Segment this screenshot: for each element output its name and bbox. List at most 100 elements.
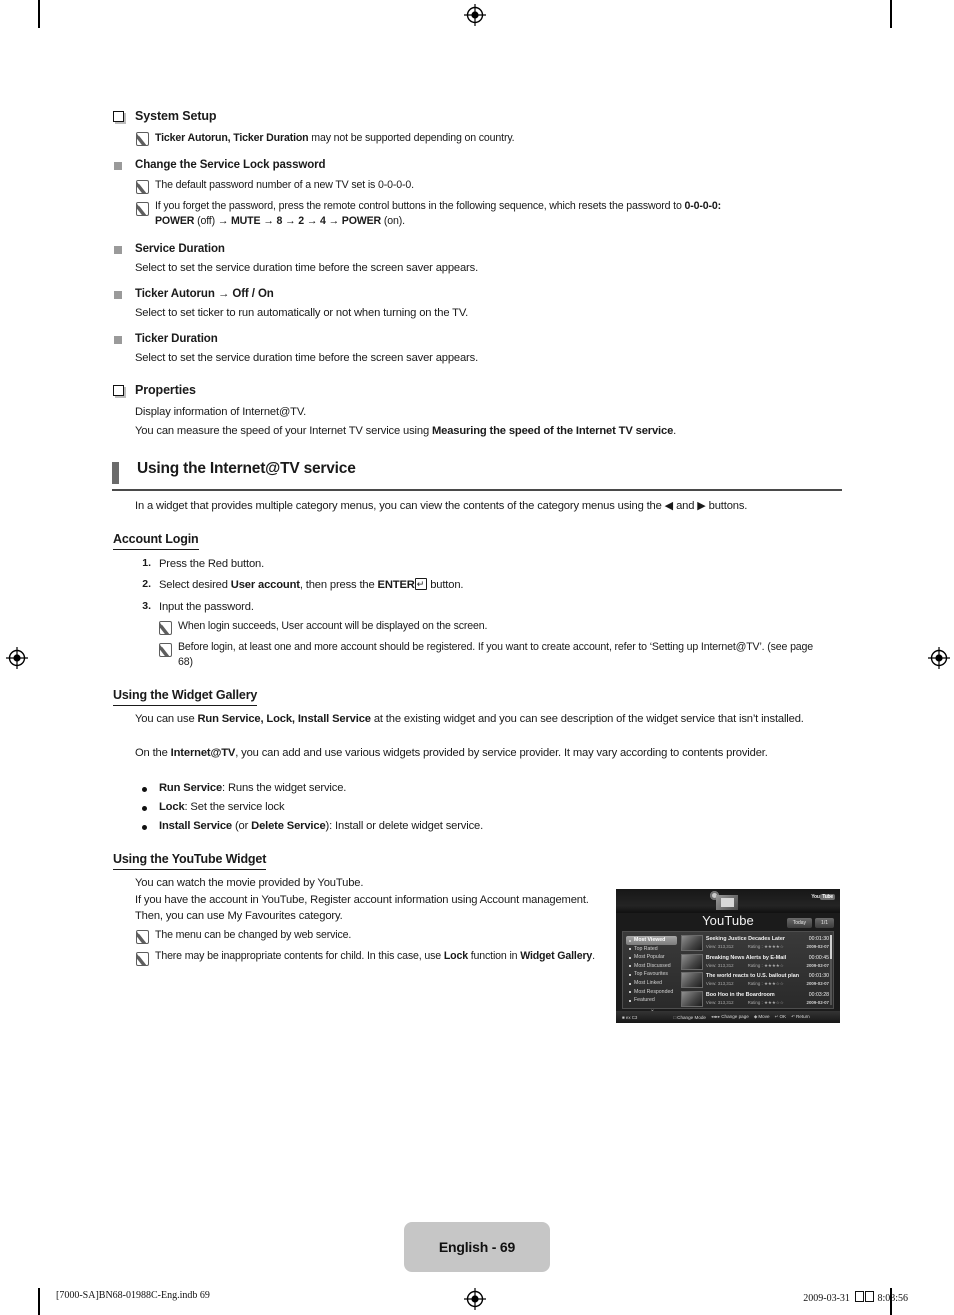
tv-menu-item-most-responded[interactable]: Most Responded	[626, 988, 679, 997]
tv-video-duration: 00:01:30	[808, 936, 829, 942]
on-label: (on).	[381, 215, 405, 227]
p1-post: at the existing widget and you can see d…	[370, 713, 804, 725]
mute-label: MUTE	[231, 215, 261, 227]
p2-pre: On the	[135, 747, 171, 759]
off-label: (off) →	[194, 215, 231, 227]
heading-ticker-autorun-label: Ticker Autorun	[135, 288, 215, 300]
heading-system-setup: System Setup	[135, 109, 217, 123]
tv-video-rating: Rating : ★★★☆☆	[747, 999, 784, 1005]
tv-hint-move-label: Move	[758, 1014, 770, 1019]
tv-hint-change-mode-label: Change Mode	[677, 1014, 706, 1020]
tv-video-row[interactable]: Boo Hoo in the Boardroom View: 313,312 Ra…	[680, 990, 829, 1008]
subhead-widget-gallery: Using the Widget Gallery	[113, 688, 257, 706]
subhead-youtube-widget: Using the YouTube Widget	[113, 852, 266, 870]
step-pre: Select desired	[159, 579, 231, 591]
tv-menu-item-featured[interactable]: Featured	[626, 996, 679, 1005]
bullet-rest: ): Install or delete widget service.	[325, 820, 484, 832]
tv-video-meta: View: 313,312 Rating : ★★★★☆	[706, 962, 799, 969]
note-bold: Ticker Autorun, Ticker Duration	[155, 132, 309, 144]
note-icon	[159, 643, 172, 657]
tv-menu-item-most-linked[interactable]: Most Linked	[626, 979, 679, 988]
run-service-lock-install-label: Run Service, Lock, Install Service	[197, 713, 371, 725]
power-label-2: POWER	[341, 215, 382, 227]
section-marker-filled	[114, 291, 122, 299]
power-label-1: POWER	[155, 215, 195, 227]
section-marker-hollow	[113, 385, 124, 396]
internet-tv-label: Internet@TV	[170, 747, 236, 759]
note-before-login: Before login, at least one and more acco…	[178, 641, 814, 668]
heading-change-service-lock-password: Change the Service Lock password	[135, 159, 326, 171]
bullet-run-service: Run Service: Runs the widget service.	[159, 781, 839, 797]
note-post: .	[592, 950, 595, 962]
note-pre: There may be inappropriate contents for …	[155, 950, 444, 962]
note-default-password: The default password number of a new TV …	[155, 179, 414, 191]
heading-ticker-autorun: Ticker Autorun → Off / On	[135, 288, 274, 300]
delete-service-label: Delete Service	[251, 820, 326, 832]
tv-video-right: 00:03:28 2009-02-07	[799, 991, 829, 1008]
enter-key-icon: ↵	[774, 1014, 779, 1019]
body-pre: You can measure the speed of your Intern…	[135, 425, 432, 437]
tv-list-scrollbar[interactable]	[830, 935, 832, 1005]
tv-video-title: Breaking News Alerts by E-Mail	[705, 954, 787, 961]
tv-hint-move: ◆Move	[754, 1014, 770, 1020]
tv-video-views: View: 313,312	[705, 981, 734, 986]
tv-video-date: 2009-02-07	[806, 999, 829, 1005]
tv-menu-item-top-rated[interactable]: Top Rated	[626, 945, 679, 954]
run-service-label: Run Service	[159, 782, 223, 794]
note-inappropriate-content: There may be inappropriate contents for …	[155, 949, 610, 964]
tv-hint-change-page: ◂◂▸▸Change page	[711, 1014, 749, 1020]
tv-menu-item-top-favourites[interactable]: Top Favourites	[626, 970, 679, 979]
measuring-speed-label: Measuring the speed of the Internet TV s…	[431, 425, 674, 437]
tv-video-info: Boo Hoo in the Boardroom View: 313,312 Ra…	[706, 991, 799, 1008]
ticker-autorun-options: Off / On	[232, 288, 274, 300]
bullet-dot	[142, 787, 147, 792]
tv-video-row[interactable]: The world reacts to U.S. bailout plan Vi…	[680, 972, 829, 989]
tv-video-date: 2009-02-07	[806, 981, 829, 986]
bullet-dot	[142, 806, 147, 811]
dpad-icon: ◆	[753, 1014, 758, 1019]
note-reset-password: If you forget the password, press the re…	[155, 199, 840, 229]
widget-gallery-label: Widget Gallery	[520, 950, 593, 962]
note-icon	[136, 132, 149, 146]
tv-menu-item-most-discussed[interactable]: Most Discussed	[626, 962, 679, 971]
tv-video-duration: 00:03:28	[808, 991, 829, 998]
tv-video-info: Breaking News Alerts by E-Mail View: 313…	[706, 954, 799, 971]
bullet-mid: (or	[232, 820, 252, 832]
note-login-succeeds: When login succeeds, User account will b…	[178, 620, 488, 632]
note-pre: If you forget the password, press the re…	[155, 200, 685, 212]
tv-scrollbar-thumb[interactable]	[830, 935, 832, 959]
p2-post: , you can add and use various widgets pr…	[235, 747, 768, 759]
bullet-install-service: Install Service (or Delete Service): Ins…	[159, 819, 839, 835]
tv-menu-item-most-viewed[interactable]: Most Viewed	[626, 936, 677, 945]
band-rule	[112, 489, 842, 492]
tv-video-row[interactable]: Seeking Justice Decades Later View: 313,…	[680, 935, 829, 952]
enter-key-icon: ↵	[414, 578, 428, 590]
tv-video-row[interactable]: Breaking News Alerts by E-Mail View: 313…	[680, 953, 829, 971]
note-system-setup: Ticker Autorun, Ticker Duration may not …	[155, 131, 845, 146]
tv-video-info: The world reacts to U.S. bailout plan Vi…	[706, 972, 799, 989]
tv-tab-today[interactable]: Today	[786, 918, 813, 928]
step-text-3: Input the password.	[159, 601, 254, 613]
lock-label: Lock	[159, 801, 185, 813]
body-ticker-autorun: Select to set ticker to run automaticall…	[135, 307, 469, 319]
youtube-widget-screenshot: You Tube YouTube Today 1/1 Most Viewed To…	[616, 889, 840, 1023]
page-number-badge: English - 69	[404, 1222, 550, 1272]
tv-category-menu: Most Viewed Top Rated Most Popular Most …	[623, 932, 679, 1013]
heading-service-duration: Service Duration	[135, 243, 225, 255]
tv-tabs: Today 1/1	[786, 918, 834, 928]
tv-video-thumbnail	[680, 953, 703, 970]
footer-date: 2009-03-31	[803, 1293, 850, 1304]
tv-video-meta: View: 313,312 Rating : ★★★☆☆	[706, 999, 799, 1006]
bullet-dot	[142, 825, 147, 830]
section-marker-filled	[114, 246, 122, 254]
button-sequence: → 8 → 2 → 4 →	[260, 215, 342, 227]
tv-video-right: 00:01:30 2009-02-07	[799, 972, 829, 989]
missing-glyph-box	[865, 1291, 875, 1302]
tv-menu-item-most-popular[interactable]: Most Popular	[626, 953, 679, 962]
tv-video-thumbnail	[680, 972, 703, 988]
footer-time: 8:03:56	[877, 1293, 908, 1304]
tv-hint-change-mode: □Change Mode	[673, 1015, 706, 1020]
tv-hint-ok: ↵OK	[775, 1014, 787, 1020]
tv-status-left: ■ ex C3	[622, 1014, 638, 1020]
blue-button-icon: □	[673, 1014, 677, 1020]
